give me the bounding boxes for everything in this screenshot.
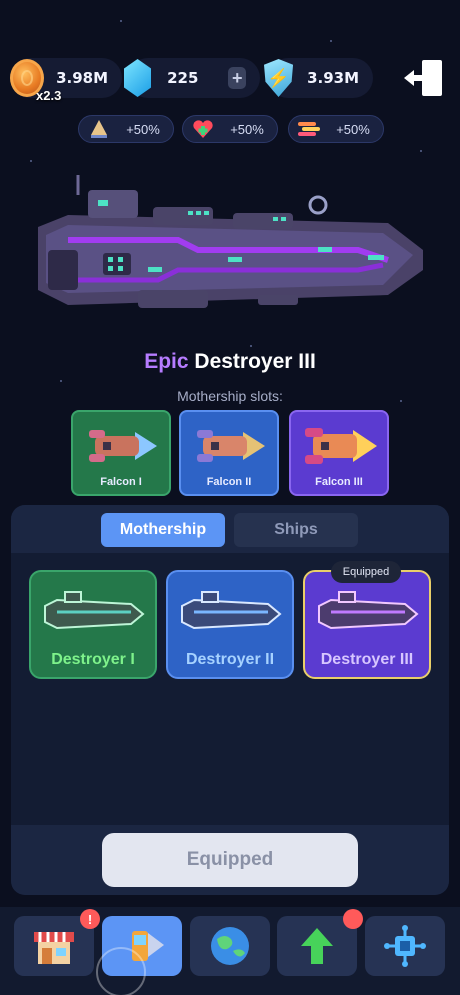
card-name: Destroyer II <box>185 651 275 668</box>
boost-drill[interactable]: +50% <box>78 115 174 143</box>
mothership-title: Epic Destroyer III <box>0 350 460 374</box>
destroyer-ship-icon <box>181 591 282 630</box>
nav-research[interactable] <box>365 916 445 976</box>
mothership-image <box>38 175 423 308</box>
card-name: Destroyer I <box>51 651 135 668</box>
boost-drill-value: +50% <box>126 121 160 137</box>
ship-selection-panel: Mothership Ships Destroyer I Destroyer I… <box>11 505 449 895</box>
card-destroyer-2[interactable]: Destroyer II <box>166 570 294 679</box>
slot-falcon-1[interactable]: Falcon I <box>71 410 171 496</box>
add-gems-button[interactable]: + <box>228 67 246 89</box>
destroyer-ship-icon <box>318 591 419 630</box>
boost-damage[interactable]: +50% <box>288 115 384 143</box>
boost-health[interactable]: +50% <box>182 115 278 143</box>
energy-value: 3.93M <box>307 69 359 87</box>
card-name: Destroyer III <box>320 651 414 668</box>
resource-bar: 3.98M x2.3 225 + ⚡ 3.93M <box>10 58 373 103</box>
gems-counter[interactable]: 225 + <box>124 58 260 98</box>
falcon-ship-icon <box>305 428 377 464</box>
gem-icon <box>124 59 152 97</box>
boost-health-value: +50% <box>230 121 264 137</box>
slot-falcon-2[interactable]: Falcon II <box>179 410 279 496</box>
destroyer-ship-icon <box>44 591 145 630</box>
gems-value: 225 <box>167 69 199 87</box>
heart-icon <box>189 118 217 140</box>
falcon-ship-icon <box>197 430 265 462</box>
slots-label: Mothership slots: <box>177 388 283 404</box>
ship-name: Destroyer III <box>194 350 316 373</box>
energy-counter[interactable]: ⚡ 3.93M <box>264 58 373 98</box>
tab-ships[interactable]: Ships <box>234 513 358 547</box>
card-destroyer-1[interactable]: Destroyer I <box>29 570 157 679</box>
nav-planet[interactable] <box>190 916 270 976</box>
planet-icon <box>211 927 249 965</box>
coins-value: 3.98M <box>56 69 108 87</box>
shop-notification-badge: ! <box>80 909 100 929</box>
shield-energy-icon: ⚡ <box>264 59 294 97</box>
upgrade-arrow-icon <box>301 928 333 964</box>
falcon-ship-icon <box>89 430 157 462</box>
research-chip-icon <box>384 925 426 967</box>
boost-damage-value: +50% <box>336 121 370 137</box>
tab-mothership[interactable]: Mothership <box>101 513 225 547</box>
equipped-tag: Equipped <box>331 561 401 583</box>
tap-indicator <box>96 947 146 995</box>
nav-shop[interactable]: ! <box>14 909 100 976</box>
bottom-nav: ! <box>0 907 460 995</box>
slot-falcon-3[interactable]: Falcon III <box>289 410 389 496</box>
upgrade-notification-badge <box>343 909 363 929</box>
equip-button[interactable]: Equipped <box>102 833 358 887</box>
fire-icon <box>295 118 323 140</box>
shop-icon <box>34 932 74 964</box>
coins-counter[interactable]: 3.98M x2.3 <box>10 58 122 103</box>
drill-icon <box>85 118 113 140</box>
nav-upgrade[interactable] <box>277 909 363 976</box>
coin-multiplier: x2.3 <box>36 88 62 103</box>
rarity-label: Epic <box>144 350 189 373</box>
exit-door-icon[interactable] <box>402 58 444 98</box>
card-destroyer-3[interactable]: Destroyer III <box>303 570 431 679</box>
